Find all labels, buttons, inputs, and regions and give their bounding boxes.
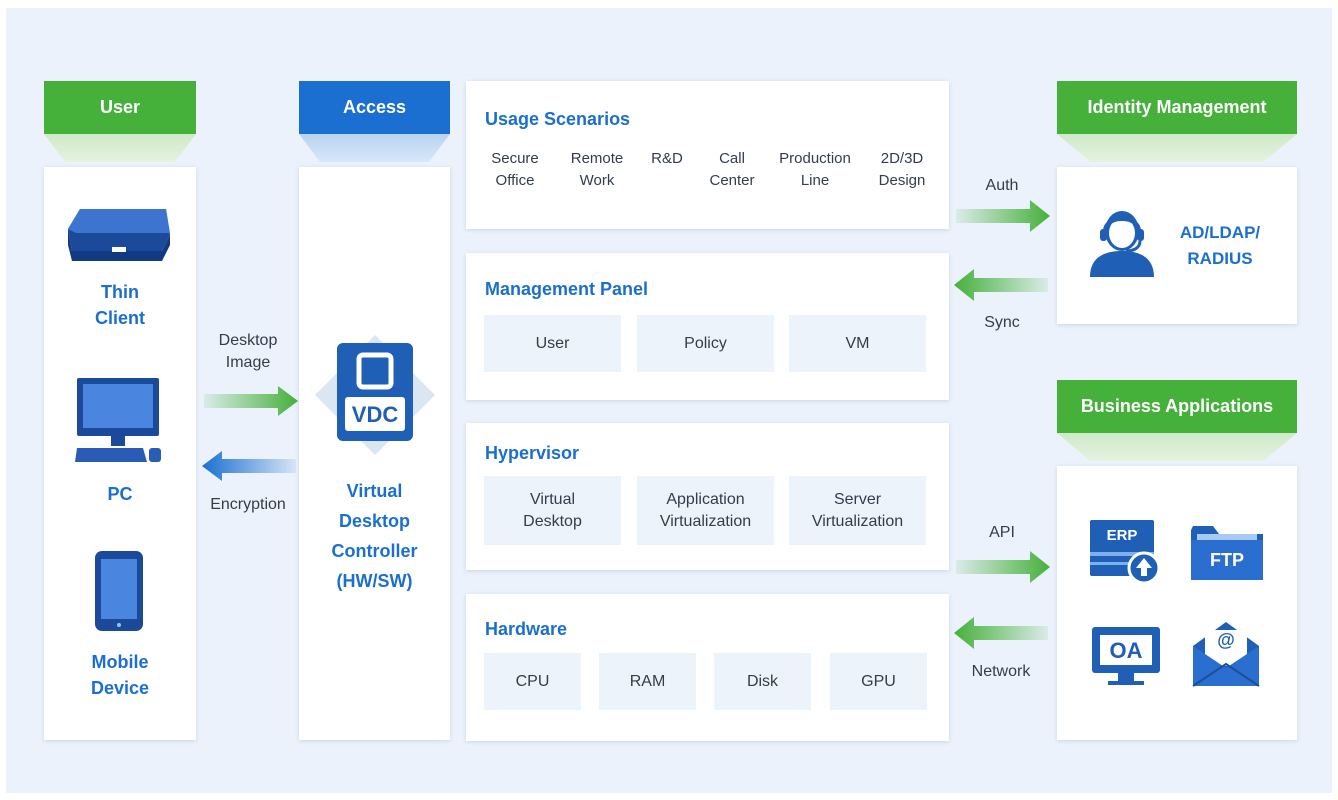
vdc-logo-text: VDC — [351, 402, 399, 427]
access-header-connector — [299, 134, 450, 162]
business-applications-header: Business Applications — [1057, 380, 1297, 433]
business-applications-card — [1057, 466, 1297, 740]
encryption-label: Encryption — [210, 496, 286, 513]
hardware-item-gpu: GPU — [830, 653, 927, 710]
thin-client-label: Thin Client — [94, 282, 145, 328]
usage-scenarios-title: Usage Scenarios — [485, 109, 631, 129]
auth-label: Auth — [985, 177, 1019, 194]
pc-label: PC — [107, 484, 133, 504]
scenario-rnd: R&D — [651, 150, 683, 167]
erp-text: ERP — [1106, 527, 1138, 544]
auth-arrow — [956, 200, 1050, 232]
management-item-user: User — [484, 315, 621, 372]
hypervisor-item-virtual-desktop: Virtual Desktop — [484, 476, 621, 545]
desktop-image-label: Desktop Image — [218, 332, 278, 371]
access-header: Access — [299, 81, 450, 134]
identity-header-connector — [1057, 134, 1297, 162]
encryption-arrow — [202, 451, 296, 481]
api-label: API — [989, 524, 1015, 541]
mobile-device-label: Mobile Device — [90, 652, 150, 698]
sync-arrow — [954, 269, 1048, 301]
sync-label: Sync — [984, 314, 1020, 331]
user-header-connector — [44, 134, 196, 162]
api-arrow — [956, 551, 1050, 583]
management-panel-title: Management Panel — [485, 279, 649, 299]
hardware-item-disk: Disk — [714, 653, 811, 710]
ftp-text: FTP — [1210, 550, 1244, 570]
oa-text: OA — [1109, 638, 1143, 663]
management-item-policy: Policy — [637, 315, 774, 372]
scenario-2d-3d-design: 2D/3D Design — [878, 150, 926, 189]
identity-management-header: Identity Management — [1057, 81, 1297, 134]
pc-icon — [73, 376, 163, 471]
hardware-item-ram: RAM — [599, 653, 696, 710]
scenario-secure-office: Secure Office — [491, 150, 539, 189]
hypervisor-item-application-virtualization: Application Virtualization — [637, 476, 774, 545]
network-label: Network — [971, 663, 1031, 680]
business-header-connector — [1057, 433, 1297, 461]
thin-client-icon — [66, 205, 172, 268]
scenario-production-line: Production Line — [779, 150, 851, 189]
hypervisor-title: Hypervisor — [485, 443, 580, 463]
hardware-title: Hardware — [485, 619, 568, 639]
user-headset-icon — [1086, 207, 1158, 284]
mobile-device-icon — [93, 549, 145, 638]
scenario-call-center: Call Center — [709, 150, 755, 189]
hardware-item-cpu: CPU — [484, 653, 581, 710]
management-item-vm: VM — [789, 315, 926, 372]
scenario-remote-work: Remote Work — [570, 150, 624, 189]
ad-ldap-radius-label: AD/LDAP/ RADIUS — [1179, 223, 1261, 268]
hypervisor-item-server-virtualization: Server Virtualization — [789, 476, 926, 545]
user-header: User — [44, 81, 196, 134]
virtual-desktop-controller-label: Virtual Desktop Controller (HW/SW) — [331, 481, 418, 591]
desktop-image-arrow — [204, 386, 298, 416]
email-at-text: @ — [1217, 630, 1235, 650]
network-arrow — [954, 617, 1048, 649]
